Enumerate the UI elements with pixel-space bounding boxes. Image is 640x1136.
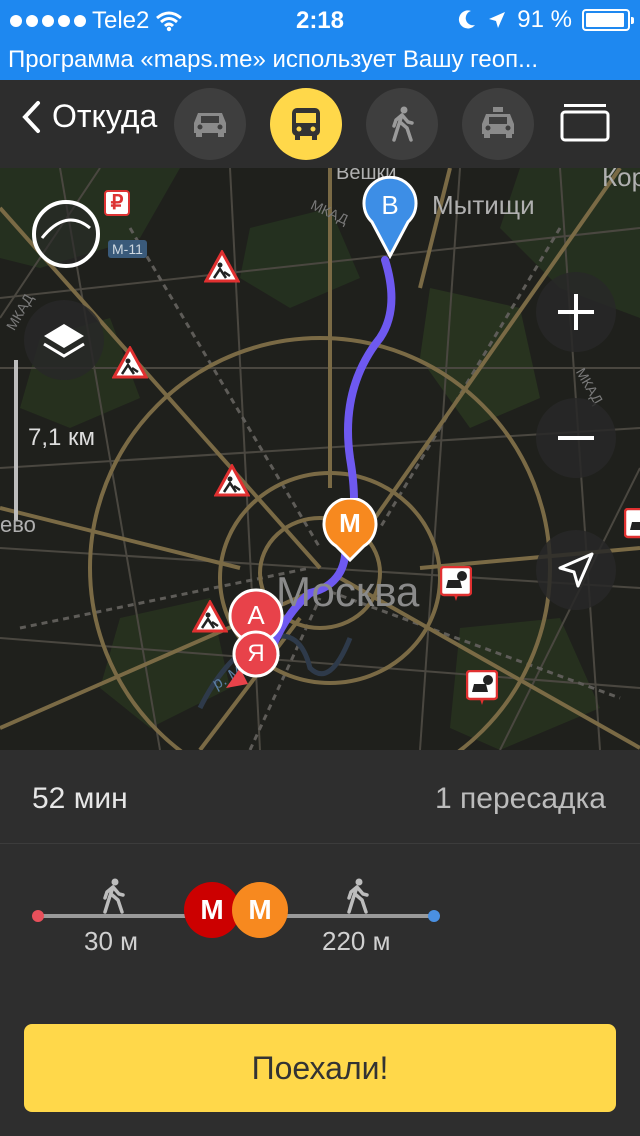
roadwork-icon[interactable] [192, 600, 228, 634]
accident-icon[interactable] [624, 508, 640, 544]
accident-icon[interactable] [466, 670, 498, 706]
start-dot [32, 910, 44, 922]
metro-letter: М [200, 894, 224, 925]
map-view[interactable]: Вешки Мытищи Кор Москва ево р. Москва МК… [0, 168, 640, 750]
banner-text: Программа «maps.me» использует Вашу геоп… [8, 46, 539, 73]
metro-line-badge: М [232, 882, 288, 938]
end-dot [428, 910, 440, 922]
route-list-button[interactable] [560, 104, 610, 144]
location-arrow-icon [489, 12, 506, 28]
mode-car-button[interactable] [174, 88, 246, 160]
timeline-line-end [262, 914, 434, 918]
start-marker[interactable]: А Я [226, 588, 286, 708]
toll-road-icon: ₽ [104, 190, 130, 216]
destination-letter: В [381, 190, 399, 220]
walk-icon [347, 878, 369, 914]
route-summary[interactable]: 52 мин 1 пересадка [0, 750, 640, 844]
accident-icon[interactable] [440, 566, 472, 602]
scale-bar [14, 360, 18, 520]
route-toolbar: Откуда [0, 80, 640, 168]
go-button[interactable]: Поехали! [24, 1024, 616, 1112]
label-mytishchi: Мытищи [432, 190, 535, 220]
label-kor: Кор [602, 168, 640, 192]
road-sign-m11: М-11 [108, 240, 147, 258]
battery-icon [582, 9, 634, 31]
my-location-letter: Я [247, 640, 265, 667]
status-bar: Tele2 2:18 91 % [0, 0, 640, 40]
back-label: Откуда [52, 98, 158, 134]
walk-start-distance: 30 м [84, 926, 139, 956]
layers-icon [43, 324, 85, 358]
route-duration: 52 мин [32, 782, 128, 815]
route-transfers: 1 пересадка [435, 782, 606, 815]
location-arrow-icon [558, 552, 594, 588]
route-timeline[interactable]: 30 м М М 220 м [0, 844, 640, 1004]
stack-icon [560, 104, 610, 142]
layers-button[interactable] [24, 300, 104, 380]
car-icon [194, 113, 226, 137]
scale-label: 7,1 км [28, 424, 96, 451]
walk-icon [392, 106, 414, 142]
metro-letter: М [248, 894, 272, 925]
zoom-in-button[interactable] [536, 272, 616, 352]
roadwork-icon[interactable] [204, 250, 240, 284]
label-moscow: Москва [276, 568, 420, 615]
bus-icon [292, 108, 320, 140]
zoom-out-icon [558, 436, 594, 440]
zoom-out-button[interactable] [536, 398, 616, 478]
mode-walk-button[interactable] [366, 88, 438, 160]
mode-taxi-button[interactable] [462, 88, 534, 160]
route-panel: 52 мин 1 пересадка 30 м М М 220 м Поехал… [0, 750, 640, 1136]
battery-percent: 91 % [517, 6, 572, 33]
go-button-label: Поехали! [251, 1049, 389, 1086]
zoom-in-icon [558, 294, 594, 330]
back-button[interactable]: Откуда [20, 98, 180, 135]
compass-button[interactable] [26, 194, 106, 274]
chevron-left-icon [22, 100, 40, 133]
roadwork-icon[interactable] [112, 346, 148, 380]
metro-letter: М [339, 508, 361, 538]
walk-end-distance: 220 м [322, 926, 391, 956]
compass-icon [32, 200, 100, 268]
roadwork-icon[interactable] [214, 464, 250, 498]
taxi-icon [482, 107, 514, 138]
location-permission-banner[interactable]: Программа «maps.me» использует Вашу геоп… [0, 40, 640, 80]
start-letter: А [247, 600, 265, 630]
status-right: 91 % [457, 6, 634, 34]
moon-icon [459, 10, 476, 29]
walk-icon [103, 878, 125, 914]
destination-marker[interactable]: В [362, 176, 418, 262]
my-location-button[interactable] [536, 530, 616, 610]
mode-transit-button[interactable] [270, 88, 342, 160]
metro-marker[interactable]: М [322, 498, 378, 564]
